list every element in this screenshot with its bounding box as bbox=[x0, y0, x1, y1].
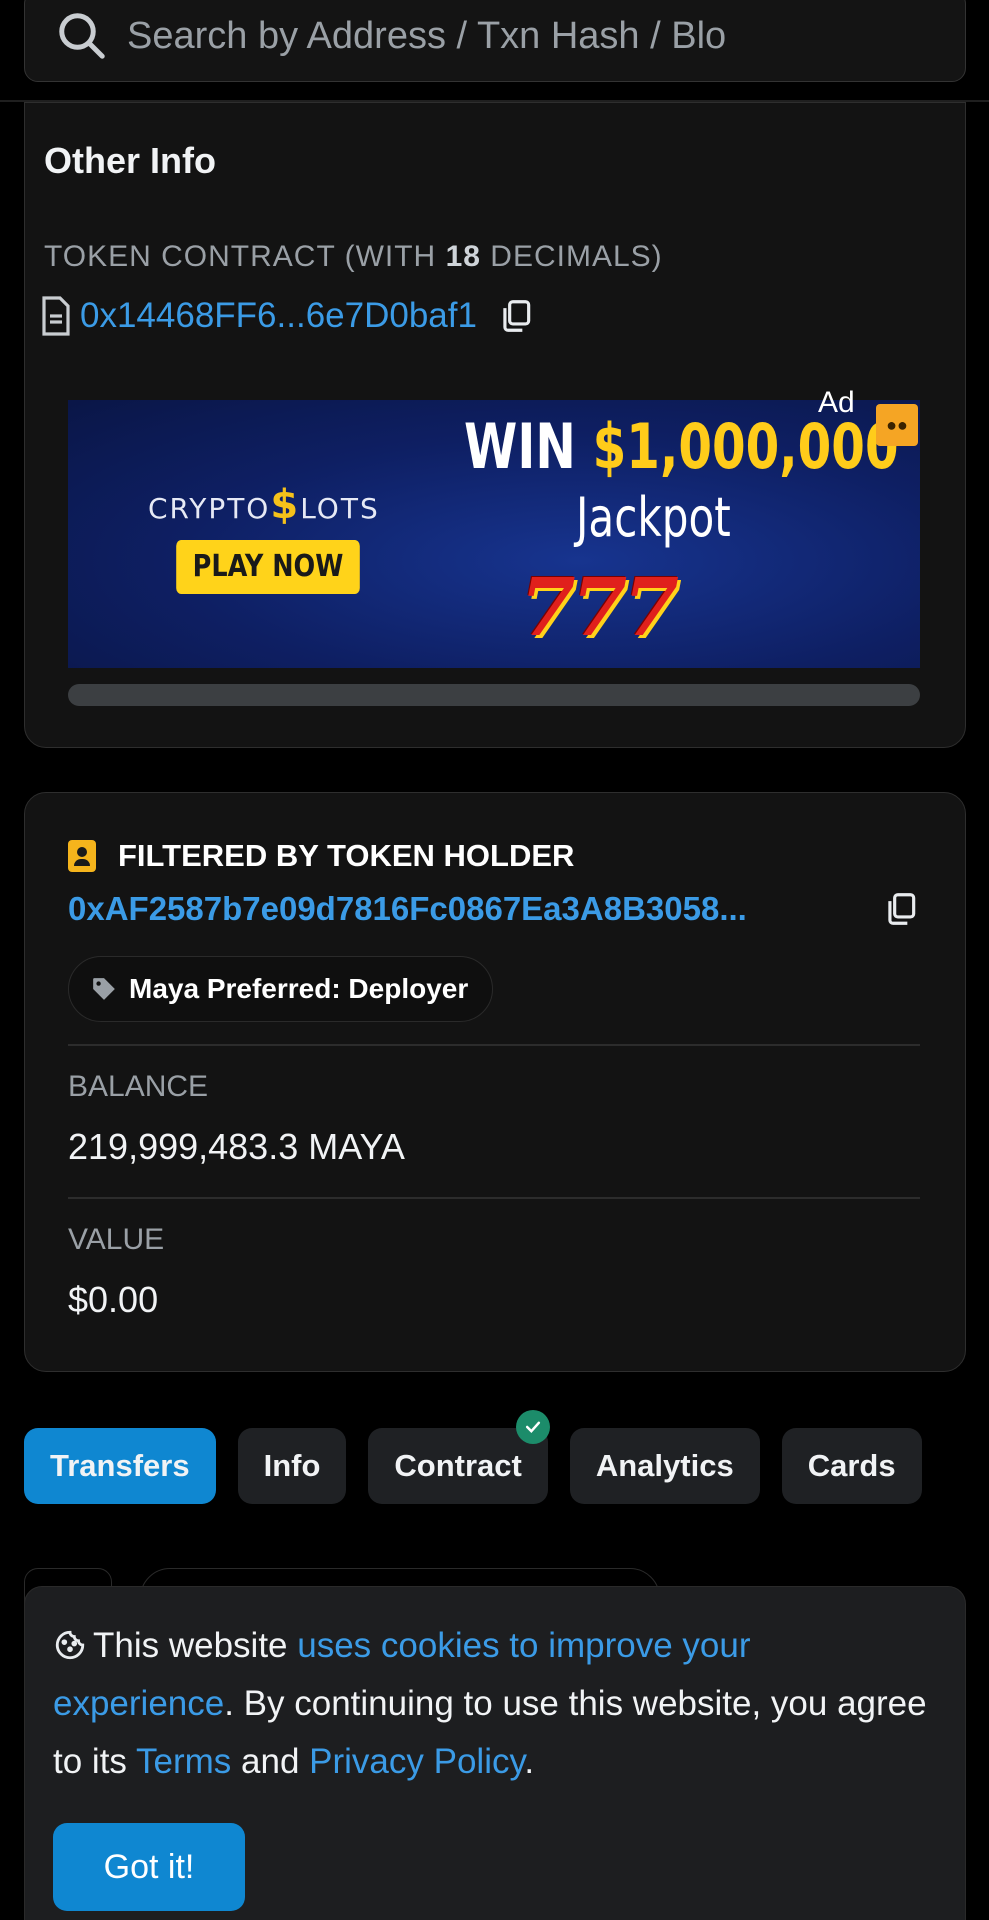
tab-bar: Transfers Info Contract Analytics Cards bbox=[24, 1410, 922, 1504]
value-amount: $0.00 bbox=[68, 1279, 159, 1320]
ad-sevens-graphic: 777 bbox=[520, 560, 679, 654]
cookie-message: This website uses cookies to improve you… bbox=[53, 1626, 927, 1781]
ad-play-now-button[interactable]: PLAY NOW bbox=[176, 540, 360, 594]
tab-cards[interactable]: Cards bbox=[781, 1428, 922, 1504]
contract-address-link[interactable]: 0x14468FF6...6e7D0baf1 bbox=[80, 296, 477, 336]
tab-analytics[interactable]: Analytics bbox=[569, 1428, 760, 1504]
tab-contract[interactable]: Contract bbox=[368, 1410, 550, 1504]
name-tag-badge[interactable]: Maya Preferred: Deployer bbox=[68, 956, 494, 1022]
other-info-title: Other Info bbox=[44, 140, 216, 181]
search-icon bbox=[59, 13, 105, 59]
search-bar[interactable]: Search by Address / Txn Hash / Blo bbox=[24, 0, 966, 82]
search-input[interactable]: Search by Address / Txn Hash / Blo bbox=[127, 15, 767, 58]
holder-address-link[interactable]: 0xAF2587b7e09d7816Fc0867Ea3A8B3058... bbox=[68, 890, 747, 928]
contract-address-row: 0x14468FF6...6e7D0baf1 bbox=[40, 296, 535, 336]
terms-link[interactable]: Terms bbox=[136, 1742, 231, 1781]
divider bbox=[68, 1044, 920, 1046]
cookie-banner: This website uses cookies to improve you… bbox=[24, 1586, 966, 1920]
filtered-by-holder-heading: FILTERED BY TOKEN HOLDER bbox=[68, 838, 574, 874]
tab-info[interactable]: Info bbox=[237, 1428, 347, 1504]
privacy-policy-link[interactable]: Privacy Policy bbox=[309, 1742, 524, 1781]
balance-value: 219,999,483.3 MAYA bbox=[68, 1126, 405, 1167]
verified-check-icon bbox=[515, 1410, 550, 1444]
document-icon bbox=[42, 296, 70, 336]
tag-icon bbox=[93, 978, 115, 1000]
copy-icon[interactable] bbox=[497, 297, 535, 335]
holder-address-row: 0xAF2587b7e09d7816Fc0867Ea3A8B3058... bbox=[68, 890, 920, 928]
ad-brand-logo: CRYPTO$LOTS bbox=[148, 482, 380, 528]
contact-card-icon bbox=[68, 840, 96, 872]
value-label: VALUE bbox=[68, 1223, 165, 1256]
ad-label: Ad bbox=[818, 386, 855, 419]
copy-icon[interactable] bbox=[882, 890, 920, 928]
got-it-button[interactable]: Got it! bbox=[53, 1823, 245, 1911]
balance-label: BALANCE bbox=[68, 1070, 209, 1103]
decimals-value: 18 bbox=[445, 240, 481, 273]
ad-scrollbar[interactable] bbox=[68, 684, 920, 706]
ad-headline: WIN $1,000,000 bbox=[464, 410, 899, 483]
ad-choices-icon[interactable]: ●● bbox=[876, 404, 918, 446]
tab-transfers[interactable]: Transfers bbox=[24, 1428, 216, 1504]
token-contract-label: TOKEN CONTRACT (WITH 18 DECIMALS) bbox=[44, 240, 663, 273]
ad-banner[interactable]: CRYPTO$LOTS PLAY NOW WIN $1,000,000 Jack… bbox=[68, 400, 920, 668]
divider bbox=[68, 1197, 920, 1199]
cookie-icon bbox=[55, 1630, 85, 1660]
ad-jackpot-text: Jackpot bbox=[576, 486, 731, 549]
